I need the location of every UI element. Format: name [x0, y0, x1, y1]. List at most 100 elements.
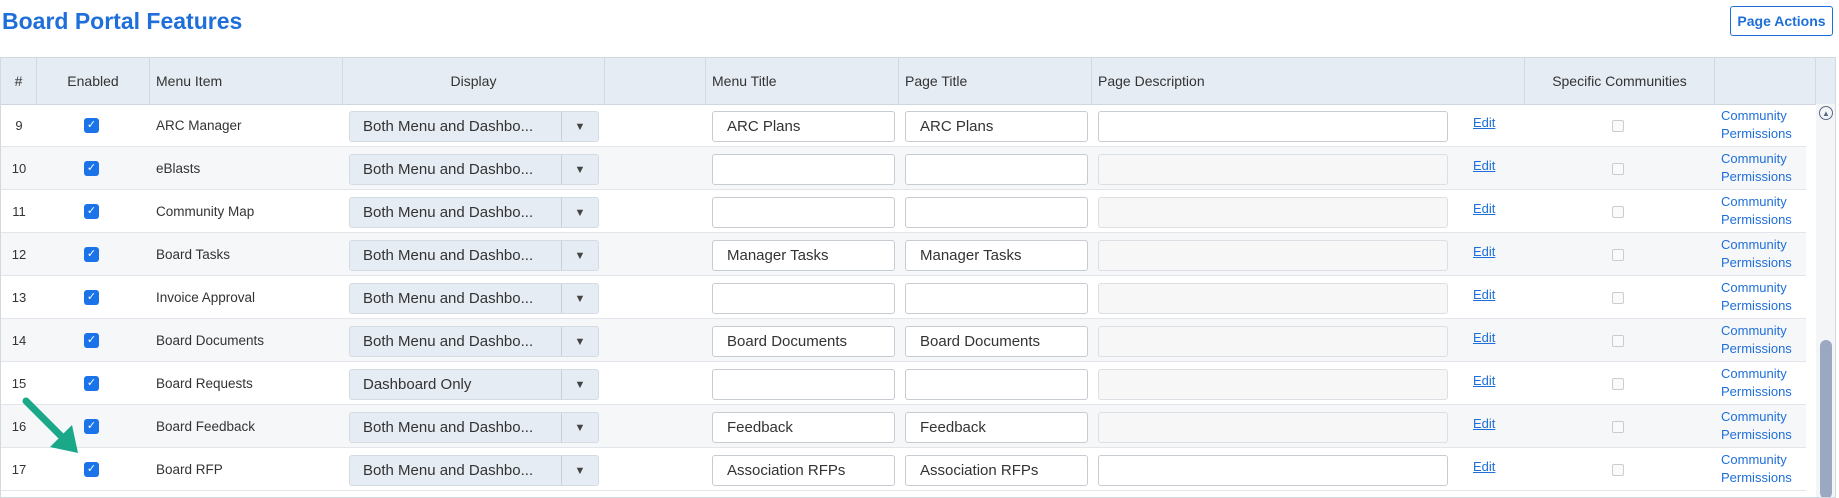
header-display[interactable]: Display: [343, 58, 605, 104]
specific-communities-checkbox[interactable]: [1612, 335, 1624, 347]
menu-title-input[interactable]: [712, 111, 895, 142]
display-select[interactable]: Both Menu and Dashbo... ▼: [349, 197, 599, 228]
header-specific-communities[interactable]: Specific Communities: [1525, 58, 1715, 104]
edit-link[interactable]: Edit: [1473, 459, 1495, 474]
community-permissions-link[interactable]: Community Permissions: [1721, 365, 1805, 401]
page-description-input[interactable]: [1098, 455, 1448, 486]
edit-link[interactable]: Edit: [1473, 115, 1495, 130]
header-menu-title[interactable]: Menu Title: [706, 58, 899, 104]
page-description-input[interactable]: [1098, 369, 1448, 400]
page-title-input[interactable]: [905, 369, 1088, 400]
community-permissions-link[interactable]: Community Permissions: [1721, 107, 1805, 143]
specific-communities-checkbox[interactable]: [1612, 249, 1624, 261]
display-select[interactable]: Both Menu and Dashbo... ▼: [349, 283, 599, 314]
page-description-input[interactable]: [1098, 111, 1448, 142]
menu-item-label: Board Documents: [156, 332, 265, 348]
display-select[interactable]: Both Menu and Dashbo... ▼: [349, 455, 599, 486]
edit-link[interactable]: Edit: [1473, 373, 1495, 388]
header-page-title[interactable]: Page Title: [899, 58, 1092, 104]
page-description-input[interactable]: [1098, 154, 1448, 185]
chevron-down-icon[interactable]: ▼: [561, 413, 598, 442]
chevron-down-icon[interactable]: ▼: [561, 456, 598, 485]
display-select[interactable]: Both Menu and Dashbo... ▼: [349, 412, 599, 443]
table-row: 10 ✓ eBlasts Both Menu and Dashbo... ▼ Edit Co…: [1, 147, 1806, 190]
display-select[interactable]: Both Menu and Dashbo... ▼: [349, 326, 599, 357]
display-select[interactable]: Both Menu and Dashbo... ▼: [349, 240, 599, 271]
enabled-checkbox[interactable]: ✓: [84, 118, 99, 133]
community-permissions-link[interactable]: Community Permissions: [1721, 322, 1805, 358]
menu-title-input[interactable]: [712, 197, 895, 228]
enabled-checkbox[interactable]: ✓: [84, 204, 99, 219]
header-enabled[interactable]: Enabled: [37, 58, 150, 104]
specific-communities-checkbox[interactable]: [1612, 378, 1624, 390]
display-select[interactable]: Dashboard Only ▼: [349, 369, 599, 400]
vertical-scrollbar[interactable]: ▲: [1816, 104, 1835, 497]
chevron-down-icon[interactable]: ▼: [561, 284, 598, 313]
enabled-checkbox[interactable]: ✓: [84, 290, 99, 305]
community-permissions-link[interactable]: Community Permissions: [1721, 193, 1805, 229]
community-permissions-link[interactable]: Community Permissions: [1721, 451, 1805, 487]
enabled-checkbox[interactable]: ✓: [84, 376, 99, 391]
chevron-down-icon[interactable]: ▼: [561, 198, 598, 227]
menu-title-input[interactable]: [712, 326, 895, 357]
row-number: 11: [12, 203, 26, 219]
chevron-down-icon[interactable]: ▼: [561, 241, 598, 270]
page-description-input[interactable]: [1098, 240, 1448, 271]
scrollbar-thumb[interactable]: [1820, 340, 1832, 497]
enabled-checkbox[interactable]: ✓: [84, 333, 99, 348]
row-number: 12: [11, 246, 27, 262]
specific-communities-checkbox[interactable]: [1612, 206, 1624, 218]
edit-link[interactable]: Edit: [1473, 158, 1495, 173]
enabled-checkbox[interactable]: ✓: [84, 419, 99, 434]
community-permissions-link[interactable]: Community Permissions: [1721, 408, 1805, 444]
edit-link[interactable]: Edit: [1473, 244, 1495, 259]
menu-title-input[interactable]: [712, 240, 895, 271]
page-description-input[interactable]: [1098, 326, 1448, 357]
page-title-input[interactable]: [905, 283, 1088, 314]
header-page-description[interactable]: Page Description: [1092, 58, 1525, 104]
display-select[interactable]: Both Menu and Dashbo... ▼: [349, 111, 599, 142]
chevron-down-icon[interactable]: ▼: [561, 112, 598, 141]
page-description-input[interactable]: [1098, 197, 1448, 228]
edit-link[interactable]: Edit: [1473, 330, 1495, 345]
community-permissions-link[interactable]: Community Permissions: [1721, 150, 1805, 186]
edit-link[interactable]: Edit: [1473, 416, 1495, 431]
display-select[interactable]: Both Menu and Dashbo... ▼: [349, 154, 599, 185]
table-row: 16 ✓ Board Feedback Both Menu and Dashbo...…: [1, 405, 1806, 448]
page-title-input[interactable]: [905, 412, 1088, 443]
header-menu-item[interactable]: Menu Item: [150, 58, 343, 104]
page-description-input[interactable]: [1098, 412, 1448, 443]
header-num[interactable]: #: [1, 58, 37, 104]
page-title-input[interactable]: [905, 197, 1088, 228]
enabled-checkbox[interactable]: ✓: [84, 462, 99, 477]
page-title-input[interactable]: [905, 455, 1088, 486]
page-title-input[interactable]: [905, 240, 1088, 271]
specific-communities-checkbox[interactable]: [1612, 120, 1624, 132]
community-permissions-link[interactable]: Community Permissions: [1721, 236, 1805, 272]
edit-link[interactable]: Edit: [1473, 201, 1495, 216]
chevron-down-icon[interactable]: ▼: [561, 370, 598, 399]
chevron-up-icon[interactable]: ▲: [1819, 106, 1833, 120]
page-title-input[interactable]: [905, 111, 1088, 142]
enabled-checkbox[interactable]: ✓: [84, 161, 99, 176]
edit-link[interactable]: Edit: [1473, 287, 1495, 302]
row-number: 10: [11, 160, 27, 176]
page-description-input[interactable]: [1098, 283, 1448, 314]
specific-communities-checkbox[interactable]: [1612, 464, 1624, 476]
menu-item-label: Board Tasks: [156, 246, 231, 262]
chevron-down-icon[interactable]: ▼: [561, 155, 598, 184]
chevron-down-icon[interactable]: ▼: [561, 327, 598, 356]
menu-title-input[interactable]: [712, 154, 895, 185]
menu-title-input[interactable]: [712, 412, 895, 443]
community-permissions-link[interactable]: Community Permissions: [1721, 279, 1805, 315]
specific-communities-checkbox[interactable]: [1612, 421, 1624, 433]
menu-title-input[interactable]: [712, 369, 895, 400]
menu-title-input[interactable]: [712, 455, 895, 486]
page-actions-button[interactable]: Page Actions: [1730, 6, 1833, 36]
specific-communities-checkbox[interactable]: [1612, 292, 1624, 304]
page-title-input[interactable]: [905, 154, 1088, 185]
specific-communities-checkbox[interactable]: [1612, 163, 1624, 175]
menu-title-input[interactable]: [712, 283, 895, 314]
enabled-checkbox[interactable]: ✓: [84, 247, 99, 262]
page-title-input[interactable]: [905, 326, 1088, 357]
